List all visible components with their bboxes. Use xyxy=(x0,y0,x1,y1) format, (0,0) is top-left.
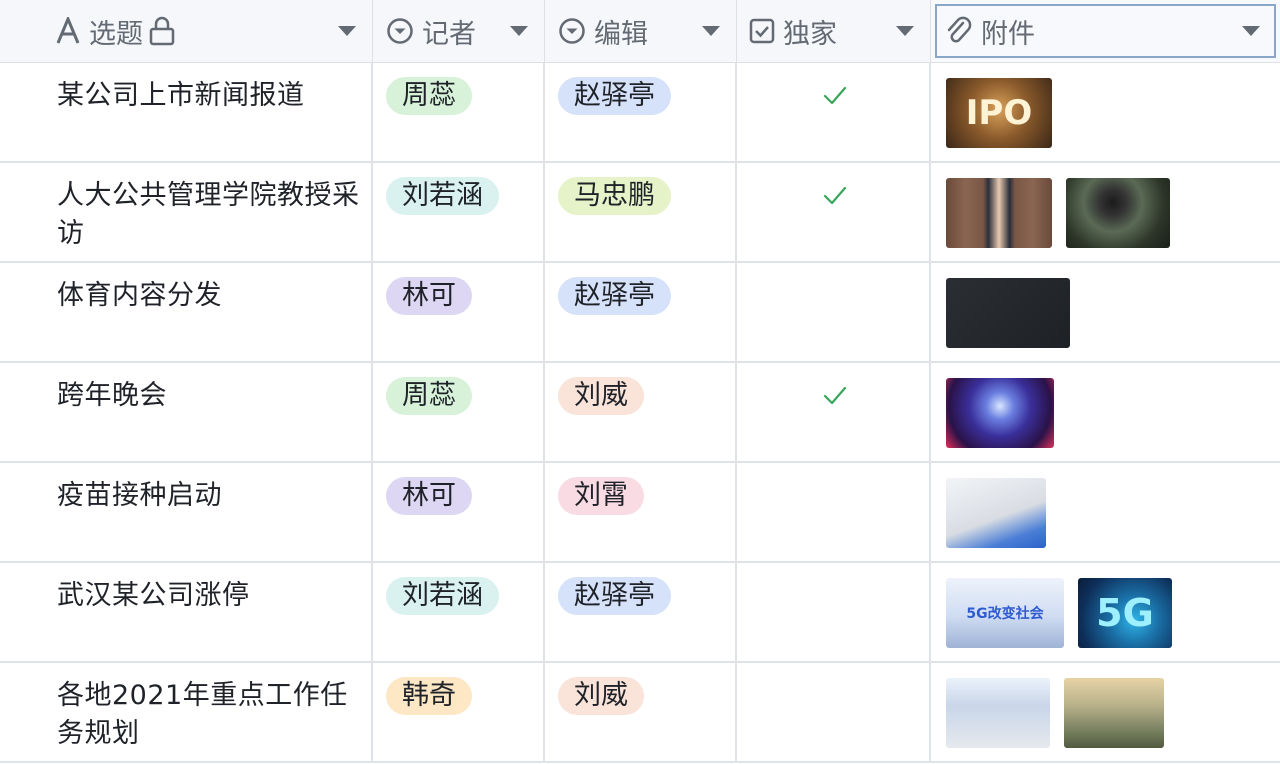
editor-tag: 马忠鹏 xyxy=(558,177,671,215)
reporter-tag: 刘若涵 xyxy=(386,577,499,615)
caret-down-icon[interactable] xyxy=(1242,26,1260,36)
city-aerial-image[interactable] xyxy=(1064,678,1164,748)
table-row[interactable]: 体育内容分发 林可 赵驿亭 xyxy=(0,263,1280,363)
cell-exclusive[interactable] xyxy=(737,463,931,561)
column-header-title[interactable]: 选题 xyxy=(0,0,373,62)
5g-network-image[interactable]: 5G xyxy=(1078,578,1172,648)
regional-map-image[interactable] xyxy=(946,678,1050,748)
cell-attachment[interactable] xyxy=(931,263,1280,361)
cell-editor[interactable]: 赵驿亭 xyxy=(545,563,737,661)
editor-tag: 赵驿亭 xyxy=(558,577,671,615)
cell-reporter[interactable]: 林可 xyxy=(373,463,545,561)
cell-reporter[interactable]: 刘若涵 xyxy=(373,563,545,661)
concert-stage-image[interactable] xyxy=(946,378,1054,448)
table-header: 选题 记者 编辑 独家 附件 xyxy=(0,0,1280,63)
thumbnail-text: 5G xyxy=(1096,591,1154,635)
cell-title[interactable]: 疫苗接种启动 xyxy=(0,463,373,561)
checkmark-icon xyxy=(823,386,847,405)
editor-tag: 刘霄 xyxy=(558,477,644,515)
cell-reporter[interactable]: 周蕊 xyxy=(373,363,545,461)
data-table: 选题 记者 编辑 独家 附件 某公司上市新闻报道 周蕊 赵驿亭 IPO 人大公共… xyxy=(0,0,1280,764)
caret-down-icon[interactable] xyxy=(702,26,720,36)
column-header-label: 附件 xyxy=(981,18,1035,50)
table-row[interactable]: 某公司上市新闻报道 周蕊 赵驿亭 IPO xyxy=(0,63,1280,163)
professor-portrait-image[interactable] xyxy=(946,178,1052,248)
cell-attachment[interactable] xyxy=(931,163,1280,261)
thumbnail-text: IPO xyxy=(965,93,1033,133)
cell-editor[interactable]: 刘霄 xyxy=(545,463,737,561)
caret-down-icon[interactable] xyxy=(338,26,356,36)
column-header-attachment[interactable]: 附件 xyxy=(931,0,1280,62)
column-header-reporter[interactable]: 记者 xyxy=(373,0,545,62)
paperclip-icon xyxy=(945,16,973,46)
single-select-icon xyxy=(386,17,414,45)
cell-title[interactable]: 各地2021年重点工作任务规划 xyxy=(0,663,373,761)
cell-attachment[interactable] xyxy=(931,663,1280,761)
editor-tag: 刘威 xyxy=(558,677,644,715)
vaccine-syringe-image[interactable] xyxy=(946,478,1046,548)
checkbox-icon xyxy=(749,18,775,44)
cell-reporter[interactable]: 林可 xyxy=(373,263,545,361)
caret-down-icon[interactable] xyxy=(896,26,914,36)
editor-tag: 赵驿亭 xyxy=(558,277,671,315)
single-select-icon xyxy=(558,17,586,45)
checkmark-icon xyxy=(823,86,847,105)
column-header-editor[interactable]: 编辑 xyxy=(545,0,737,62)
cell-exclusive[interactable] xyxy=(737,263,931,361)
column-header-label: 编辑 xyxy=(594,18,648,50)
caret-down-icon[interactable] xyxy=(510,26,528,36)
cell-title[interactable]: 某公司上市新闻报道 xyxy=(0,63,373,161)
reporter-tag: 刘若涵 xyxy=(386,177,499,215)
cell-title[interactable]: 跨年晚会 xyxy=(0,363,373,461)
text-a-icon xyxy=(55,17,81,45)
cell-editor[interactable]: 赵驿亭 xyxy=(545,263,737,361)
cell-title[interactable]: 武汉某公司涨停 xyxy=(0,563,373,661)
cell-exclusive[interactable] xyxy=(737,363,931,461)
5g-exhibition-image[interactable]: 5G改变社会 xyxy=(946,578,1064,648)
editor-tag: 赵驿亭 xyxy=(558,77,671,115)
press-microphone-image[interactable] xyxy=(1066,178,1170,248)
column-header-exclusive[interactable]: 独家 xyxy=(737,0,931,62)
cell-attachment[interactable] xyxy=(931,463,1280,561)
cell-editor[interactable]: 刘威 xyxy=(545,363,737,461)
cell-exclusive[interactable] xyxy=(737,663,931,761)
cell-editor[interactable]: 刘威 xyxy=(545,663,737,761)
cell-exclusive[interactable] xyxy=(737,563,931,661)
cell-editor[interactable]: 马忠鹏 xyxy=(545,163,737,261)
checkmark-icon xyxy=(823,186,847,205)
cell-reporter[interactable]: 刘若涵 xyxy=(373,163,545,261)
reporter-tag: 周蕊 xyxy=(386,377,472,415)
table-row[interactable]: 武汉某公司涨停 刘若涵 赵驿亭 5G改变社会 5G xyxy=(0,563,1280,663)
column-header-label: 选题 xyxy=(89,18,143,50)
cell-reporter[interactable]: 韩奇 xyxy=(373,663,545,761)
editor-tag: 刘威 xyxy=(558,377,644,415)
reporter-tag: 林可 xyxy=(386,477,472,515)
ipo-wood-blocks-image[interactable]: IPO xyxy=(946,78,1052,148)
cell-exclusive[interactable] xyxy=(737,63,931,161)
cell-title[interactable]: 体育内容分发 xyxy=(0,263,373,361)
table-row[interactable]: 跨年晚会 周蕊 刘威 xyxy=(0,363,1280,463)
cell-title[interactable]: 人大公共管理学院教授采访 xyxy=(0,163,373,261)
cell-attachment[interactable] xyxy=(931,363,1280,461)
lock-icon xyxy=(149,16,175,46)
reporter-tag: 韩奇 xyxy=(386,677,472,715)
column-header-label: 记者 xyxy=(422,18,476,50)
column-header-label: 独家 xyxy=(783,18,837,50)
reporter-tag: 周蕊 xyxy=(386,77,472,115)
table-row[interactable]: 各地2021年重点工作任务规划 韩奇 刘威 xyxy=(0,663,1280,763)
cell-attachment[interactable]: 5G改变社会 5G xyxy=(931,563,1280,661)
table-row[interactable]: 疫苗接种启动 林可 刘霄 xyxy=(0,463,1280,563)
cell-attachment[interactable]: IPO xyxy=(931,63,1280,161)
distribution-diagram-image[interactable] xyxy=(946,278,1070,348)
cell-editor[interactable]: 赵驿亭 xyxy=(545,63,737,161)
thumbnail-text: 5G改变社会 xyxy=(966,606,1044,622)
cell-exclusive[interactable] xyxy=(737,163,931,261)
table-row[interactable]: 人大公共管理学院教授采访 刘若涵 马忠鹏 xyxy=(0,163,1280,263)
cell-reporter[interactable]: 周蕊 xyxy=(373,63,545,161)
reporter-tag: 林可 xyxy=(386,277,472,315)
